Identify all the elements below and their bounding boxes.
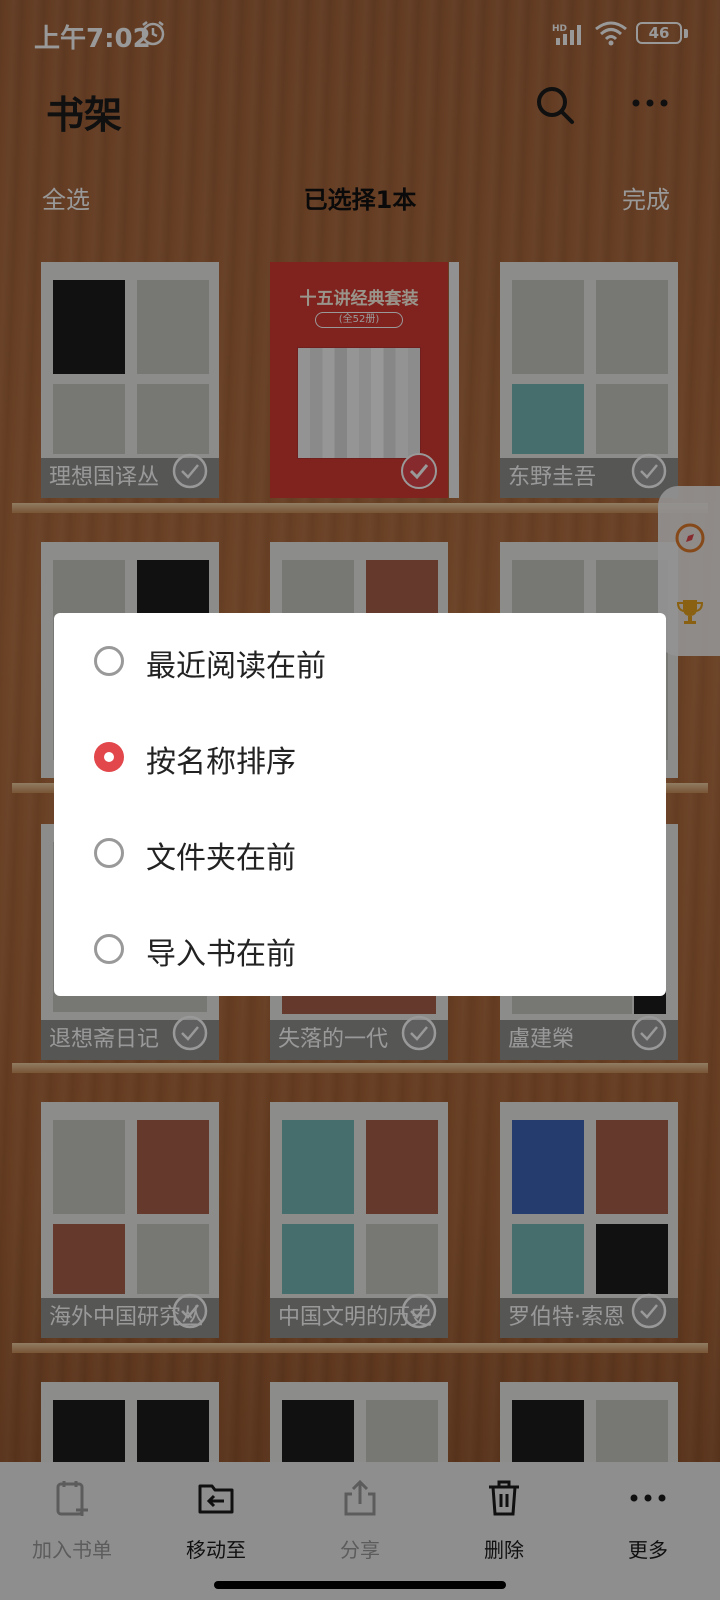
sort-option-label: 按名称排序 xyxy=(146,745,296,780)
sort-option-label: 文件夹在前 xyxy=(146,841,296,876)
sort-option-recent[interactable]: 最近阅读在前 xyxy=(54,613,666,709)
sort-dialog: 最近阅读在前 按名称排序 文件夹在前 导入书在前 xyxy=(54,613,666,996)
sort-option-label: 最近阅读在前 xyxy=(146,649,326,684)
radio-unselected-icon[interactable] xyxy=(94,838,124,868)
radio-unselected-icon[interactable] xyxy=(94,646,124,676)
radio-unselected-icon[interactable] xyxy=(94,934,124,964)
sort-option-by-name[interactable]: 按名称排序 xyxy=(54,709,666,805)
home-indicator[interactable] xyxy=(214,1581,506,1589)
radio-selected-icon[interactable] xyxy=(94,742,124,772)
sort-option-folders-first[interactable]: 文件夹在前 xyxy=(54,805,666,901)
sort-option-imported-first[interactable]: 导入书在前 xyxy=(54,901,666,997)
sort-option-label: 导入书在前 xyxy=(146,937,296,972)
